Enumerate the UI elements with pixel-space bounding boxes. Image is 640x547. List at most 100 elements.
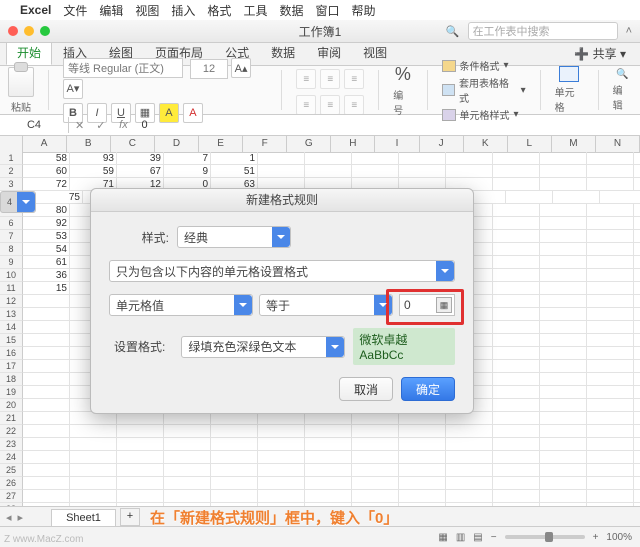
- cell[interactable]: [258, 438, 305, 451]
- format-select[interactable]: 绿填充色深绿色文本: [181, 336, 345, 358]
- name-box[interactable]: C4: [0, 117, 69, 133]
- cell[interactable]: [587, 321, 634, 334]
- cell[interactable]: [587, 451, 634, 464]
- font-color-button[interactable]: A: [183, 103, 203, 123]
- menu-item[interactable]: 插入: [171, 2, 195, 19]
- cell[interactable]: [634, 321, 640, 334]
- cell[interactable]: [634, 438, 640, 451]
- cell[interactable]: [634, 243, 640, 256]
- cell[interactable]: [493, 217, 540, 230]
- cell[interactable]: [493, 295, 540, 308]
- menu-item[interactable]: 帮助: [351, 2, 375, 19]
- cell[interactable]: [399, 477, 446, 490]
- row-header[interactable]: 15: [0, 334, 23, 347]
- cell[interactable]: [352, 438, 399, 451]
- cell[interactable]: [305, 451, 352, 464]
- cell[interactable]: [117, 464, 164, 477]
- ribbon-tab[interactable]: 审阅: [306, 40, 352, 65]
- cell[interactable]: [258, 425, 305, 438]
- cell[interactable]: [553, 191, 600, 204]
- cell[interactable]: [258, 152, 305, 165]
- cell[interactable]: [305, 425, 352, 438]
- cell[interactable]: [70, 438, 117, 451]
- cancel-button[interactable]: 取消: [339, 377, 393, 401]
- menu-item[interactable]: 数据: [279, 2, 303, 19]
- row-header[interactable]: 10: [0, 269, 23, 282]
- zoom-out-icon[interactable]: −: [491, 532, 497, 543]
- row-header[interactable]: 6: [0, 217, 23, 230]
- font-size-select[interactable]: 12: [190, 59, 228, 79]
- spreadsheet-grid[interactable]: ABCDEFGHIJKLMN 1589339712605967951372711…: [0, 136, 640, 530]
- cell[interactable]: [258, 165, 305, 178]
- cell[interactable]: [540, 282, 587, 295]
- cell[interactable]: [540, 295, 587, 308]
- cell[interactable]: [540, 217, 587, 230]
- cell[interactable]: [493, 477, 540, 490]
- cell[interactable]: [540, 165, 587, 178]
- fx-icon[interactable]: fx: [111, 119, 135, 131]
- cell[interactable]: 15: [23, 282, 70, 295]
- cell[interactable]: [634, 334, 640, 347]
- cell[interactable]: [23, 360, 70, 373]
- row-header[interactable]: 25: [0, 464, 23, 477]
- cell[interactable]: [399, 464, 446, 477]
- cell[interactable]: [600, 191, 640, 204]
- cell[interactable]: [540, 399, 587, 412]
- font-name-select[interactable]: 等线 Regular (正文): [63, 58, 183, 78]
- cell[interactable]: [258, 477, 305, 490]
- cell[interactable]: [634, 269, 640, 282]
- cell[interactable]: [587, 490, 634, 503]
- cell[interactable]: [70, 425, 117, 438]
- style-select[interactable]: 经典: [177, 226, 291, 248]
- cell[interactable]: [634, 295, 640, 308]
- cell[interactable]: [493, 334, 540, 347]
- cell[interactable]: [634, 230, 640, 243]
- cell[interactable]: [446, 152, 493, 165]
- paste-button[interactable]: [8, 67, 34, 97]
- cell[interactable]: 67: [117, 165, 164, 178]
- cell[interactable]: [211, 425, 258, 438]
- cell[interactable]: [587, 295, 634, 308]
- cell[interactable]: [211, 490, 258, 503]
- cell[interactable]: [70, 490, 117, 503]
- row-header[interactable]: 26: [0, 477, 23, 490]
- cell[interactable]: [23, 308, 70, 321]
- cell[interactable]: [493, 438, 540, 451]
- cell[interactable]: [587, 217, 634, 230]
- cell[interactable]: [23, 386, 70, 399]
- cell[interactable]: [164, 438, 211, 451]
- cell[interactable]: [258, 464, 305, 477]
- cell[interactable]: [23, 334, 70, 347]
- cell[interactable]: 39: [117, 152, 164, 165]
- editing-icon[interactable]: 🔍: [616, 69, 628, 80]
- cell[interactable]: [493, 256, 540, 269]
- column-header[interactable]: J: [420, 136, 464, 152]
- row-header[interactable]: 24: [0, 451, 23, 464]
- cell[interactable]: [70, 477, 117, 490]
- cell[interactable]: [305, 490, 352, 503]
- cell[interactable]: [352, 464, 399, 477]
- cell[interactable]: [258, 451, 305, 464]
- cell[interactable]: [23, 373, 70, 386]
- shrink-font-button[interactable]: A▾: [63, 79, 83, 99]
- cell[interactable]: [634, 412, 640, 425]
- grow-font-button[interactable]: A▴: [231, 58, 251, 78]
- cell[interactable]: [493, 399, 540, 412]
- cell[interactable]: 58: [23, 152, 70, 165]
- cell[interactable]: [117, 438, 164, 451]
- menu-item[interactable]: 视图: [135, 2, 159, 19]
- cell[interactable]: [305, 438, 352, 451]
- menu-item[interactable]: 格式: [207, 2, 231, 19]
- cell[interactable]: [540, 321, 587, 334]
- cell[interactable]: [540, 256, 587, 269]
- cell[interactable]: [117, 490, 164, 503]
- cell[interactable]: [540, 464, 587, 477]
- cell[interactable]: [634, 451, 640, 464]
- cell[interactable]: [493, 360, 540, 373]
- cell[interactable]: [634, 399, 640, 412]
- cell[interactable]: 9: [164, 165, 211, 178]
- cell[interactable]: [352, 490, 399, 503]
- cell[interactable]: [23, 412, 70, 425]
- row-header[interactable]: 21: [0, 412, 23, 425]
- cell[interactable]: [634, 282, 640, 295]
